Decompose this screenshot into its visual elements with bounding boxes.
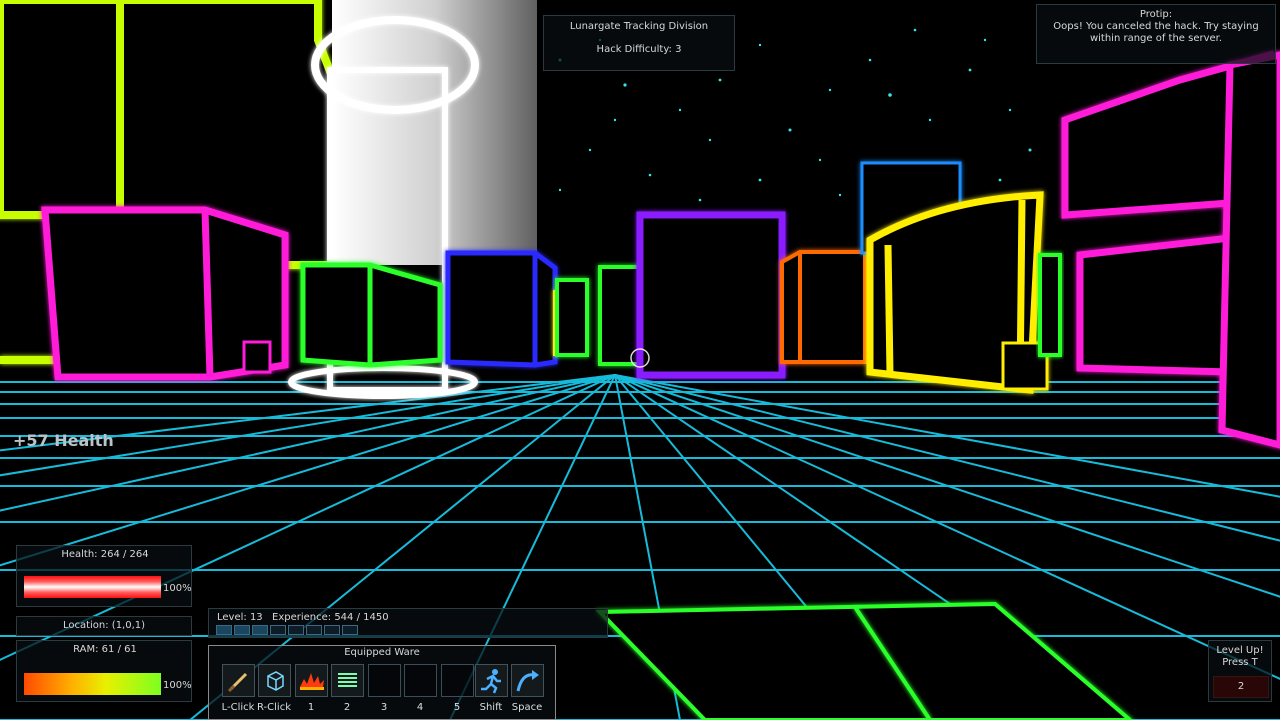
ram-bar — [24, 673, 161, 695]
experience-segment — [216, 625, 232, 635]
ware-slot-3[interactable] — [368, 664, 401, 697]
location-readout: Location: (1,0,1) — [16, 616, 192, 636]
protip-panel: Protip: Oops! You canceled the hack. Try… — [1036, 4, 1276, 64]
experience-segment — [270, 625, 286, 635]
equipped-ware-title: Equipped Ware — [344, 647, 420, 658]
ware-slot-space[interactable] — [511, 664, 544, 697]
experience-segment — [342, 625, 358, 635]
ram-percent: 100% — [163, 680, 192, 691]
experience-segment — [252, 625, 268, 635]
experience-label: Experience: 544 / 1450 — [272, 612, 389, 623]
green-box — [300, 262, 443, 368]
ram-bar-fill — [24, 673, 161, 695]
jump-icon — [516, 670, 539, 692]
ware-key: 2 — [343, 702, 351, 713]
experience-segment — [288, 625, 304, 635]
green-box-back — [1038, 253, 1062, 357]
health-panel: Health: 264 / 264 100% — [16, 545, 192, 607]
ware-slot-shift[interactable] — [475, 664, 508, 697]
experience-segment — [324, 625, 340, 635]
ware-slot-2[interactable] — [331, 664, 364, 697]
protip-title: Protip: — [1139, 9, 1173, 20]
ware-key: Shift — [479, 702, 503, 713]
health-bar — [24, 576, 161, 598]
coil-icon — [338, 673, 357, 687]
ware-slot-lclick[interactable] — [222, 664, 255, 697]
level-up-count: 2 — [1213, 676, 1269, 698]
experience-segment — [306, 625, 322, 635]
blue-box — [445, 250, 558, 368]
zone-name: Lunargate Tracking Division — [569, 21, 709, 32]
ware-key: 3 — [380, 702, 388, 713]
level-up-hint: Press T — [1222, 657, 1258, 668]
ware-key: 1 — [307, 702, 315, 713]
health-gain-popup: +57 Health — [13, 431, 114, 450]
health-label: Health: 264 / 264 — [61, 549, 149, 560]
zone-info-panel: Lunargate Tracking Division Hack Difficu… — [543, 15, 735, 71]
health-bar-fill — [24, 576, 161, 598]
ware-key: R-Click — [257, 702, 291, 713]
level-label: Level: 13 — [217, 612, 263, 623]
level-up-panel[interactable]: Level Up! Press T 2 — [1208, 640, 1272, 702]
ware-key: L-Click — [221, 702, 255, 713]
violet-box — [636, 211, 786, 379]
orange-box — [780, 250, 867, 364]
ware-key: Space — [511, 702, 543, 713]
level-up-title: Level Up! — [1216, 645, 1264, 656]
hack-difficulty: Hack Difficulty: 3 — [596, 44, 682, 55]
yellow-building — [866, 191, 1049, 394]
sword-icon — [227, 672, 248, 693]
ware-key: 4 — [416, 702, 424, 713]
game-scene — [0, 0, 1280, 720]
magenta-box-left — [41, 206, 289, 381]
cube-icon — [267, 671, 284, 691]
ram-label: RAM: 61 / 61 — [73, 644, 137, 655]
ware-slot-1[interactable] — [295, 664, 328, 697]
health-percent: 100% — [163, 583, 192, 594]
experience-segment — [234, 625, 250, 635]
protip-text: Oops! You canceled the hack. Try staying… — [1053, 21, 1259, 44]
sprint-icon — [481, 669, 501, 694]
experience-panel: Level: 13 Experience: 544 / 1450 — [208, 608, 608, 638]
ram-panel: RAM: 61 / 61 100% — [16, 640, 192, 702]
equipped-ware-panel: Equipped Ware L-Click R-Click 1 2 3 4 5 … — [208, 645, 556, 720]
ware-slot-5[interactable] — [441, 664, 474, 697]
experience-bar — [216, 625, 360, 635]
ware-slot-rclick[interactable] — [258, 664, 291, 697]
ware-slot-4[interactable] — [404, 664, 437, 697]
explosion-icon — [300, 673, 324, 690]
